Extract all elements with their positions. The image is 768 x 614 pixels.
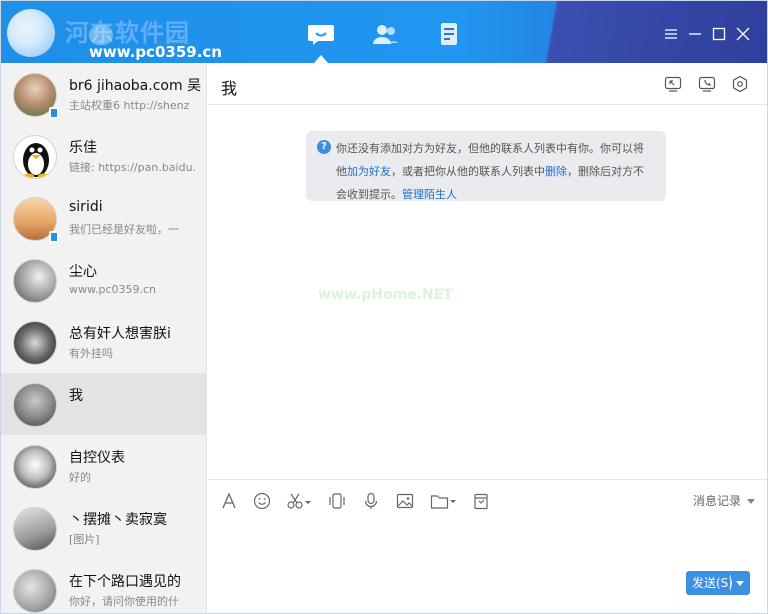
search-icon[interactable] bbox=[89, 25, 113, 45]
conversation-item[interactable]: 丶摆摊丶卖寂寞 [图片] bbox=[1, 497, 206, 559]
conversation-item[interactable]: 自控仪表 好的 bbox=[1, 435, 206, 497]
send-label: 发送(S) bbox=[692, 576, 733, 590]
maximize-icon[interactable] bbox=[712, 26, 726, 41]
penguin-icon bbox=[23, 143, 49, 178]
conversation-preview: www.pc0359.cn bbox=[69, 283, 157, 296]
conversation-preview: 我们已经是好友啦，一 bbox=[69, 223, 179, 236]
chat-title: 我 bbox=[221, 79, 238, 98]
watermark-url: www.pc0359.cn bbox=[89, 43, 222, 61]
clipboard-icon[interactable] bbox=[472, 492, 490, 510]
input-toolbar: 消息记录 bbox=[208, 479, 767, 519]
conversation-item-active[interactable]: 我 bbox=[1, 373, 206, 435]
avatar bbox=[13, 507, 57, 551]
conversation-item[interactable]: br6 jihaoba.com 吴 主站权重6 http://shenz bbox=[1, 63, 206, 125]
avatar bbox=[13, 445, 57, 489]
conversation-name: 自控仪表 bbox=[69, 450, 125, 466]
font-icon[interactable] bbox=[220, 492, 238, 510]
notice-text-2: ，或者把你从他的联系人列表中 bbox=[391, 165, 545, 178]
manage-strangers-link[interactable]: 管理陌生人 bbox=[402, 188, 457, 201]
phone-badge-icon bbox=[49, 107, 59, 119]
conversation-item[interactable]: 尘心 www.pc0359.cn bbox=[1, 249, 206, 311]
delete-link[interactable]: 删除 bbox=[545, 165, 567, 178]
conversation-item[interactable]: siridi 我们已经是好友啦，一 bbox=[1, 187, 206, 249]
menu-icon[interactable] bbox=[664, 26, 678, 40]
chat-icon[interactable] bbox=[306, 21, 336, 47]
emoji-icon[interactable] bbox=[253, 492, 271, 510]
avatar bbox=[13, 383, 57, 427]
conversation-name: 我 bbox=[69, 388, 83, 404]
contacts-icon[interactable] bbox=[370, 21, 400, 47]
share-screen-icon[interactable] bbox=[664, 75, 682, 93]
conversation-name: 在下个路口遇见的 bbox=[69, 574, 181, 590]
image-icon[interactable] bbox=[396, 492, 414, 510]
stranger-notice: ? 你还没有添加对方为好友，但他的联系人列表中有你。你可以将他加为好友，或者把你… bbox=[306, 131, 666, 201]
close-icon[interactable] bbox=[736, 26, 750, 41]
question-icon: ? bbox=[317, 140, 331, 154]
voice-icon[interactable] bbox=[362, 492, 380, 510]
shake-icon[interactable] bbox=[328, 492, 346, 510]
message-input[interactable] bbox=[208, 519, 767, 613]
avatar bbox=[13, 321, 57, 365]
chat-panel: 我 ? 你还没有添加对方为好友，但他的联系人列表中有你。你可以将他加为好友，或者… bbox=[208, 63, 767, 613]
conversation-preview: 链接: https://pan.baidu. bbox=[69, 161, 197, 174]
conversation-name: siridi bbox=[69, 199, 103, 215]
add-friend-link[interactable]: 加为好友 bbox=[347, 165, 391, 178]
conversation-item[interactable]: 乐佳 链接: https://pan.baidu. bbox=[1, 125, 206, 187]
conversation-list: br6 jihaoba.com 吴 主站权重6 http://shenz 乐佳 … bbox=[1, 63, 207, 613]
avatar bbox=[13, 569, 57, 613]
chat-header: 我 bbox=[208, 63, 767, 105]
conversation-name: br6 jihaoba.com 吴 bbox=[69, 78, 201, 94]
avatar bbox=[13, 135, 57, 179]
screenshot-icon[interactable] bbox=[286, 492, 312, 510]
conversation-name: 尘心 bbox=[69, 264, 97, 280]
conversation-item[interactable]: 总有奸人想害朕i 有外挂吗 bbox=[1, 311, 206, 373]
voice-call-icon[interactable] bbox=[698, 75, 716, 93]
send-button[interactable]: 发送(S) bbox=[686, 571, 750, 595]
app-window: 河东软件园 www.pc0359.cn br6 jihaoba.com 吴 主站… bbox=[0, 0, 768, 614]
settings-hex-icon[interactable] bbox=[731, 75, 749, 93]
chevron-down-icon bbox=[747, 499, 755, 504]
title-bar-band bbox=[507, 1, 767, 63]
conversation-item[interactable]: 在下个路口遇见的 你好，请问你使用的什 bbox=[1, 559, 206, 613]
phone-badge-icon bbox=[49, 231, 59, 243]
avatar bbox=[13, 259, 57, 303]
conversation-preview: 有外挂吗 bbox=[69, 347, 113, 360]
files-icon[interactable] bbox=[434, 21, 464, 47]
conversation-preview: 你好，请问你使用的什 bbox=[69, 595, 179, 608]
center-watermark: www.pHome.NET bbox=[318, 287, 453, 303]
title-bar: 河东软件园 www.pc0359.cn bbox=[1, 1, 767, 63]
conversation-name: 乐佳 bbox=[69, 140, 97, 156]
app-logo bbox=[7, 9, 55, 57]
conversation-name: 丶摆摊丶卖寂寞 bbox=[69, 512, 167, 528]
conversation-preview: 好的 bbox=[69, 471, 91, 484]
conversation-preview: 主站权重6 http://shenz bbox=[69, 99, 190, 112]
conversation-name: 总有奸人想害朕i bbox=[69, 326, 171, 342]
send-options-chevron-icon[interactable] bbox=[736, 581, 744, 586]
folder-icon[interactable] bbox=[430, 492, 456, 510]
minimize-icon[interactable] bbox=[688, 26, 702, 40]
nav-active-indicator bbox=[314, 55, 328, 63]
conversation-preview: [图片] bbox=[69, 533, 100, 546]
history-label: 消息记录 bbox=[692, 494, 741, 508]
message-history-button[interactable]: 消息记录 bbox=[693, 492, 755, 509]
send-divider bbox=[730, 575, 731, 591]
